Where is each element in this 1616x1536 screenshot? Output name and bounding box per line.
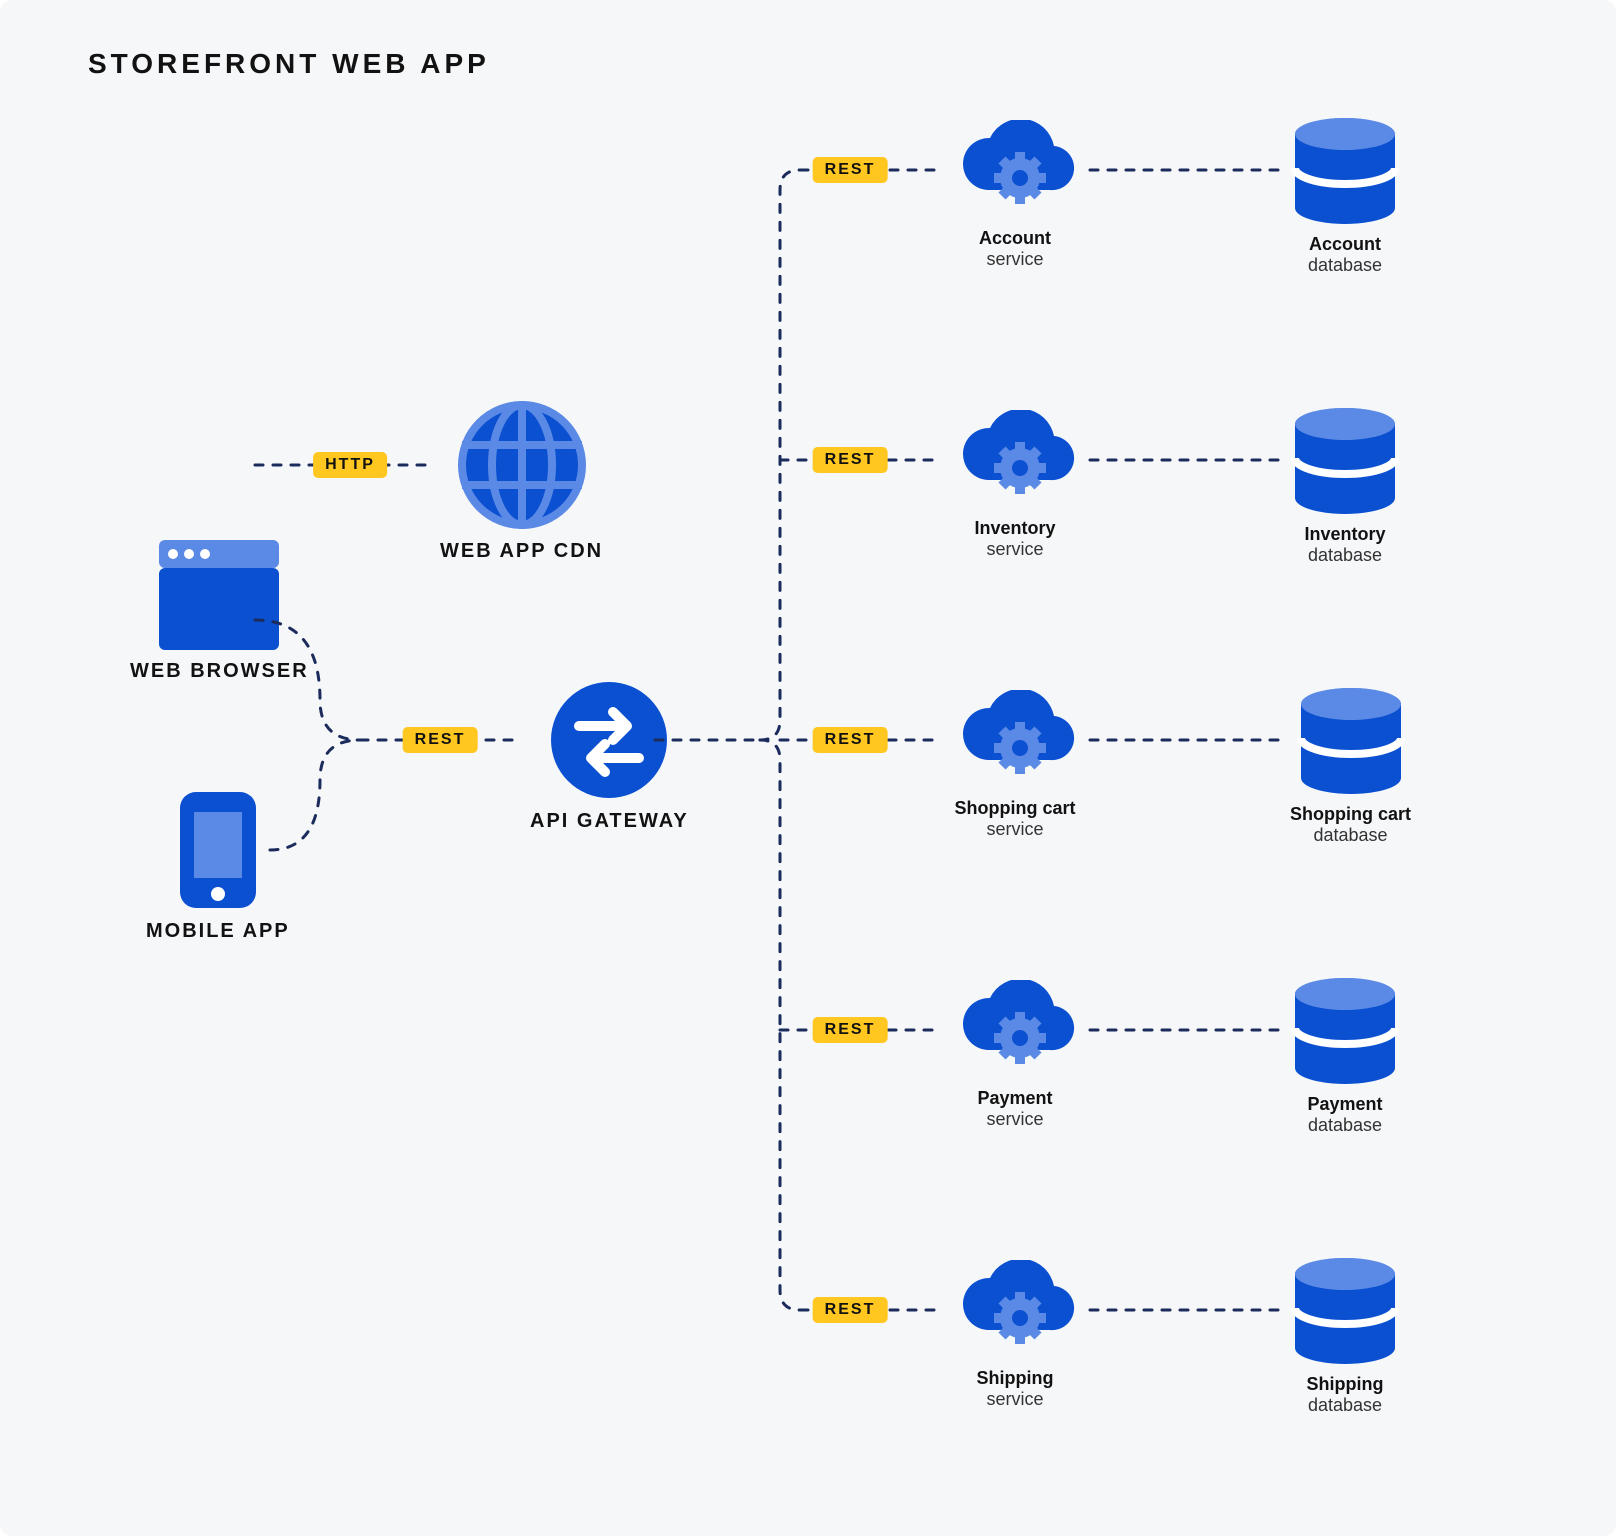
database-node-account: Account database [1290,116,1400,276]
protocol-badge-rest-4: REST [813,1297,888,1323]
protocol-badge-rest-0: REST [813,157,888,183]
cloud-service-icon [950,410,1080,510]
service-sub: service [986,539,1043,560]
globe-icon [457,400,587,530]
database-node-cart: Shopping cart database [1290,686,1411,846]
service-name: Inventory [974,518,1055,539]
protocol-badge-http: HTTP [313,452,387,478]
service-sub: service [986,249,1043,270]
service-sub: service [986,1109,1043,1130]
protocol-badge-rest-1: REST [813,447,888,473]
database-sub: database [1308,1115,1382,1136]
protocol-badge-rest-2: REST [813,727,888,753]
database-name: Inventory [1304,524,1385,545]
api-gateway-label: API GATEWAY [530,810,689,833]
database-icon [1290,116,1400,226]
cloud-service-icon [950,980,1080,1080]
cdn-node: WEB APP CDN [440,400,603,563]
database-icon [1290,1256,1400,1366]
database-node-shipping: Shipping database [1290,1256,1400,1416]
database-icon [1296,686,1406,796]
database-node-inventory: Inventory database [1290,406,1400,566]
protocol-badge-rest-3: REST [813,1017,888,1043]
api-gateway-node: API GATEWAY [530,680,689,833]
service-name: Account [979,228,1051,249]
service-node-payment: Payment service [950,980,1080,1130]
service-node-cart: Shopping cart service [950,690,1080,840]
web-browser-label: WEB BROWSER [130,660,309,683]
database-icon [1290,406,1400,516]
database-node-payment: Payment database [1290,976,1400,1136]
database-icon [1290,976,1400,1086]
mobile-app-label: MOBILE APP [146,920,290,943]
diagram-title: STOREFRONT WEB APP [88,48,490,80]
service-name: Shopping cart [955,798,1076,819]
cdn-label: WEB APP CDN [440,540,603,563]
cloud-service-icon [950,120,1080,220]
smartphone-icon [178,790,258,910]
cloud-service-icon [950,690,1080,790]
service-sub: service [986,819,1043,840]
service-node-account: Account service [950,120,1080,270]
service-name: Payment [977,1088,1052,1109]
protocol-badge-rest-gateway: REST [403,727,478,753]
service-node-shipping: Shipping service [950,1260,1080,1410]
database-sub: database [1308,545,1382,566]
service-sub: service [986,1389,1043,1410]
api-gateway-icon [549,680,669,800]
database-sub: database [1308,255,1382,276]
mobile-app-node: MOBILE APP [146,790,290,943]
web-browser-node: WEB BROWSER [130,540,309,683]
service-name: Shipping [977,1368,1054,1389]
cloud-service-icon [950,1260,1080,1360]
database-name: Payment [1307,1094,1382,1115]
database-name: Account [1309,234,1381,255]
database-name: Shipping [1307,1374,1384,1395]
service-node-inventory: Inventory service [950,410,1080,560]
browser-window-icon [159,540,279,650]
diagram-canvas: STOREFRONT WEB APP WEB BROWSER MOBILE AP… [0,0,1616,1536]
database-sub: database [1313,825,1387,846]
database-sub: database [1308,1395,1382,1416]
database-name: Shopping cart [1290,804,1411,825]
